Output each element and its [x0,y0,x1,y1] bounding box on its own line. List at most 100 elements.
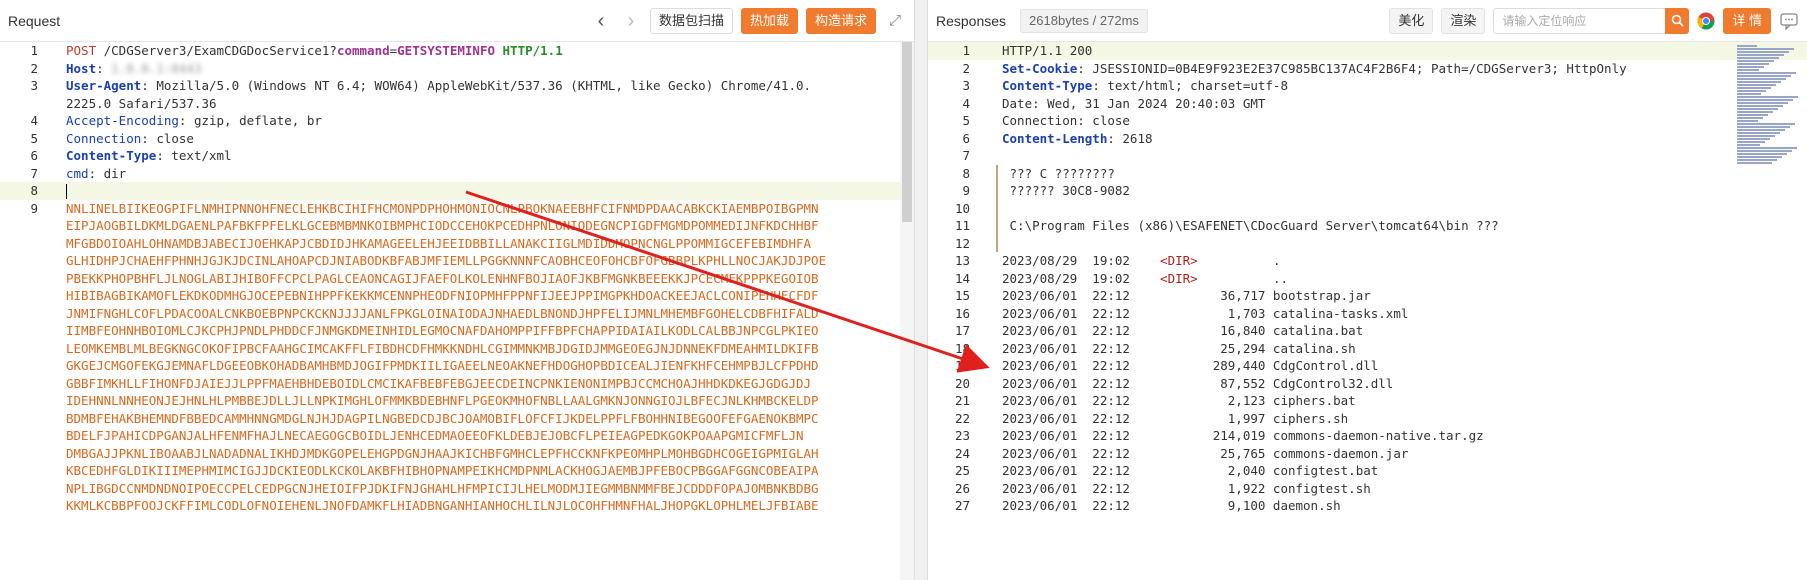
minimap-line [1737,87,1771,89]
response-token: 2023/06/01 22:12 1,922 configtest.sh [1002,480,1371,496]
hot-load-button[interactable]: 热加载 [740,7,798,34]
response-token: <DIR> [1160,253,1198,268]
request-line: 8 [0,182,914,200]
response-token: ?????? 30C8-9082 [1002,183,1130,198]
request-token: User-Agent [66,78,142,93]
request-line-code: NNLINELBIIKEOGPIFLNMHIPNNOHFNECLEHKBCIHI… [66,200,819,218]
request-token: 1.0.0.1:8443 [103,60,202,76]
render-button[interactable]: 渲染 [1441,7,1486,34]
response-search-input[interactable] [1493,7,1666,34]
request-token: KBCEDHFGLDIKIIIMEPHMIMCIGJJDCKIEODLKCKOL… [66,463,819,478]
response-line: 9 ?????? 30C8-9082 [928,182,1807,200]
minimap-line [1737,78,1786,80]
response-minimap[interactable] [1737,44,1799,164]
response-token: Set-Cookie [1002,60,1078,76]
panel-divider[interactable] [915,0,927,580]
response-line-code: 2023/06/01 22:12 25,765 commons-daemon.j… [1002,445,1408,463]
chrome-icon[interactable] [1697,12,1715,30]
beautify-button[interactable]: 美化 [1389,7,1434,34]
response-line: 2 Set-Cookie: JSESSIONID=0B4E9F923E2E37C9… [928,60,1807,78]
response-token: ??? C ???????? [1002,165,1115,181]
response-line-number: 26 [954,480,970,496]
request-token: DMBGAJJPKNLIBOAABJLNADADNALIKHDJMDKGOPEL… [66,445,819,461]
response-line: 15 2023/06/01 22:12 36,717 bootstrap.jar [928,287,1807,305]
request-line-number: 3 [30,78,38,93]
response-token: 2023/06/01 22:12 2,123 ciphers.bat [1002,393,1356,408]
response-line: 17 2023/06/01 22:12 16,840 catalina.bat [928,322,1807,340]
response-line: 4 Date: Wed, 31 Jan 2024 20:40:03 GMT [928,95,1807,113]
request-line: IDEHNNLNNHEONJEJHNLHLPMBBEJDLLJLLNPKIMGH… [0,392,914,410]
request-line: BDMBFEHAKBHEMNDFBBEDCAMMHNNGMDGLNJHJDAGP… [0,410,914,428]
response-line-code: 2023/08/29 19:02 <DIR> .. [1002,270,1288,288]
response-token: 2023/06/01 22:12 87,552 CdgControl32.dll [1002,375,1394,391]
request-scrollbar[interactable] [900,42,914,580]
response-line: 24 2023/06/01 22:12 25,765 commons-daemon… [928,445,1807,463]
response-line-number: 14 [954,270,970,286]
request-line: GLHIDHPJCHAEHFPHNHJGJKJDCINLAHOAPCDJNIAB… [0,252,914,270]
response-editor[interactable]: 1 HTTP/1.1 200 2 Set-Cookie: JSESSIONID=0B4… [928,42,1807,580]
response-line: 8 ??? C ???????? [928,165,1807,183]
minimap-line [1737,63,1769,65]
response-line-number: 5 [962,113,970,128]
response-line-number: 22 [954,410,970,426]
request-line-code: BDELFJPAHICDPGANJALHFENMFHAJLNECAEGOGCBO… [66,427,804,445]
expand-icon[interactable]: ⤢ [884,12,906,29]
request-token: 2225.0 Safari/537.36 [66,95,217,111]
response-line-number: 9 [962,183,970,198]
request-line-code: KKMLKCBBPFOOJCKFFIMLCODLOFNOIEHENLJNOFDA… [66,497,819,515]
request-line-number: 2 [30,60,38,76]
request-line-code: IIMBFEOHNHBOIOMLCJKCPHJPNDLPHDDCFJNMGKDM… [66,322,819,340]
request-token: Accept-Encoding [66,113,179,128]
response-line-code: ?????? 30C8-9082 [1002,182,1130,200]
minimap-line [1737,135,1775,137]
response-line-number: 2 [962,60,970,76]
response-token: 2023/06/01 22:12 16,840 catalina.bat [1002,323,1364,338]
back-icon[interactable]: ‹ [590,11,612,31]
response-token: 2023/08/29 19:02 [1002,270,1161,286]
request-token: HIBIBAGBIKAMOFLEKDKODMHGJOCEPEBNIHPPFKEK… [66,288,819,303]
response-line-code: 2023/06/01 22:12 1,997 ciphers.sh [1002,410,1348,428]
request-line-code: IDEHNNLNNHEONJEJHNLHLPMBBEJDLLJLLNPKIMGH… [66,392,819,410]
response-line: 11 C:\Program Files (x86)\ESAFENET\CDocG… [928,217,1807,235]
request-line-code: MFGBDOIOAHLOHNAMDBJABECIJOEHKAPJCBDIDJHK… [66,235,811,253]
request-line-number: 7 [30,165,38,181]
response-line-number: 3 [962,78,970,93]
text-cursor [66,184,67,199]
response-line: 10 [928,200,1807,218]
request-line-number: 6 [30,148,38,163]
response-token: <DIR> [1160,270,1198,286]
response-line: 7 [928,147,1807,165]
response-line-code: 2023/06/01 22:12 36,717 bootstrap.jar [1002,287,1371,305]
response-line: 25 2023/06/01 22:12 2,040 configtest.bat [928,462,1807,480]
minimap-line [1737,111,1773,113]
request-token: IIMBFEOHNHBOIOMLCJKCPHJPNDLPHDDCFJNMGKDM… [66,323,819,338]
request-token: NPLIBGDCCNMDNDNOIPOECCPELCEDPGCNJHEIOIFP… [66,480,819,496]
request-token: POST [66,43,97,58]
request-token: : Mozilla/5.0 (Windows NT 6.4; WOW64) Ap… [141,78,812,93]
response-line-code: 2023/08/29 19:02 <DIR> . [1002,252,1280,270]
scan-button[interactable]: 数据包扫描 [649,7,733,34]
response-line-number: 1 [962,43,970,58]
response-line-code: 2023/06/01 22:12 87,552 CdgControl32.dll [1002,375,1393,393]
forward-icon[interactable]: › [620,11,642,31]
message-icon[interactable] [1779,11,1799,31]
search-icon[interactable] [1665,7,1690,34]
request-scroll-thumb[interactable] [902,42,912,222]
request-line: BDELFJPAHICDPGANJALHFENMFHAJLNECAEGOGCBO… [0,427,914,445]
response-line-code: HTTP/1.1 200 [1002,42,1092,60]
details-button[interactable]: 详 情 [1723,7,1771,34]
request-line-code: JNMIFNGHLCOFLPDACOOALCNKBOEBPNPCKCKNJJJJ… [66,305,819,323]
response-line-number: 18 [954,340,970,356]
minimap-line [1737,153,1787,155]
response-line-code: 2023/06/01 22:12 1,922 configtest.sh [1002,480,1371,498]
request-token: cmd [66,165,89,181]
response-line: 16 2023/06/01 22:12 1,703 catalina-tasks.… [928,305,1807,323]
minimap-line [1737,150,1792,152]
response-line-number: 7 [962,148,970,163]
minimap-line [1737,57,1779,59]
request-editor[interactable]: 1 POST /CDGServer3/ExamCDGDocService1?com… [0,42,914,580]
build-request-button[interactable]: 构造请求 [805,7,876,34]
response-token: : 2618 [1107,130,1153,146]
response-token: . [1197,253,1281,268]
response-line: 1 HTTP/1.1 200 [928,42,1807,60]
